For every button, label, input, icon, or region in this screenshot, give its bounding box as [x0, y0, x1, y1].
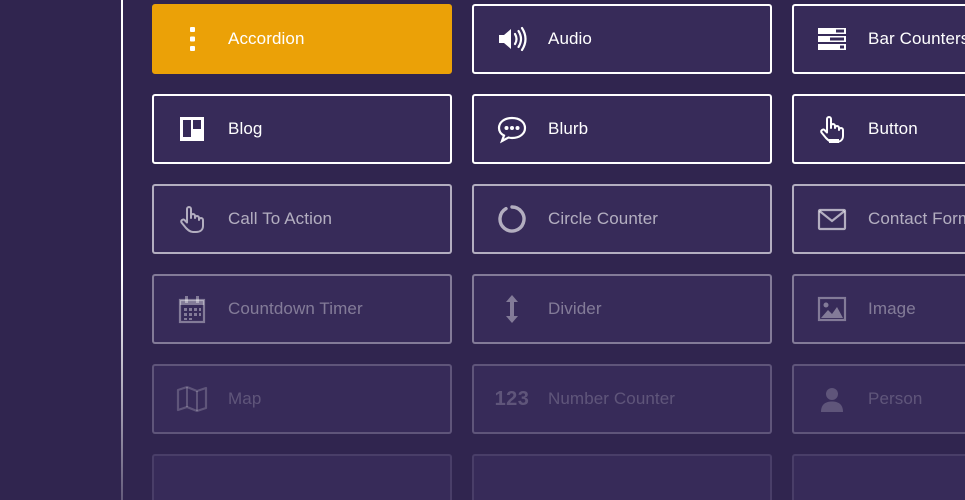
module-label: Button — [868, 119, 918, 138]
module-label: Circle Counter — [548, 209, 659, 228]
module-label: Person — [868, 389, 923, 408]
envelope-icon — [816, 203, 848, 235]
module-label: Image — [868, 299, 916, 318]
module-countdown-timer[interactable]: Countdown Timer — [152, 274, 452, 344]
module-map[interactable]: Map — [152, 364, 452, 434]
module-button[interactable]: Button — [792, 94, 965, 164]
pointing-hand-icon — [816, 113, 848, 145]
module-divider[interactable]: Divider — [472, 274, 772, 344]
bar-counters-icon — [816, 23, 848, 55]
module-blog[interactable]: Blog — [152, 94, 452, 164]
vertical-dots-icon — [176, 23, 208, 55]
module-call-to-action[interactable]: Call To Action — [152, 184, 452, 254]
person-icon — [816, 383, 848, 415]
module-blurb[interactable]: Blurb — [472, 94, 772, 164]
number-counter-icon: 123 — [494, 387, 530, 410]
module-accordion[interactable]: Accordion — [152, 4, 452, 74]
module-label: Countdown Timer — [228, 299, 363, 318]
module-contact-form[interactable]: Contact Form — [792, 184, 965, 254]
module-label: Contact Form — [868, 209, 965, 228]
module-picker: Accordion Audio Bar Counters Blog Blurb … — [0, 0, 965, 500]
pointing-hand-icon — [176, 203, 208, 235]
module-label: Blurb — [548, 119, 589, 138]
module-bar-counters[interactable]: Bar Counters — [792, 4, 965, 74]
module-tile-faded — [472, 454, 772, 500]
module-label: Map — [228, 389, 262, 408]
module-label: Divider — [548, 299, 602, 318]
module-label: Audio — [548, 29, 592, 48]
calendar-icon — [176, 293, 208, 325]
module-tile-faded — [152, 454, 452, 500]
speech-bubble-icon — [496, 113, 528, 145]
image-icon — [816, 293, 848, 325]
module-label: Bar Counters — [868, 29, 965, 48]
circle-counter-icon — [496, 203, 528, 235]
module-label: Blog — [228, 119, 263, 138]
module-grid: Accordion Audio Bar Counters Blog Blurb … — [152, 4, 965, 500]
vertical-arrow-icon — [496, 293, 528, 325]
speaker-icon — [496, 23, 528, 55]
map-icon — [176, 383, 208, 415]
module-image[interactable]: Image — [792, 274, 965, 344]
module-person[interactable]: Person — [792, 364, 965, 434]
module-circle-counter[interactable]: Circle Counter — [472, 184, 772, 254]
module-audio[interactable]: Audio — [472, 4, 772, 74]
module-number-counter[interactable]: 123 Number Counter — [472, 364, 772, 434]
module-label: Call To Action — [228, 209, 333, 228]
blog-layout-icon — [176, 113, 208, 145]
module-tile-faded — [792, 454, 965, 500]
module-label: Accordion — [228, 29, 305, 48]
sidebar-divider — [121, 0, 123, 500]
module-label: Number Counter — [548, 389, 676, 408]
